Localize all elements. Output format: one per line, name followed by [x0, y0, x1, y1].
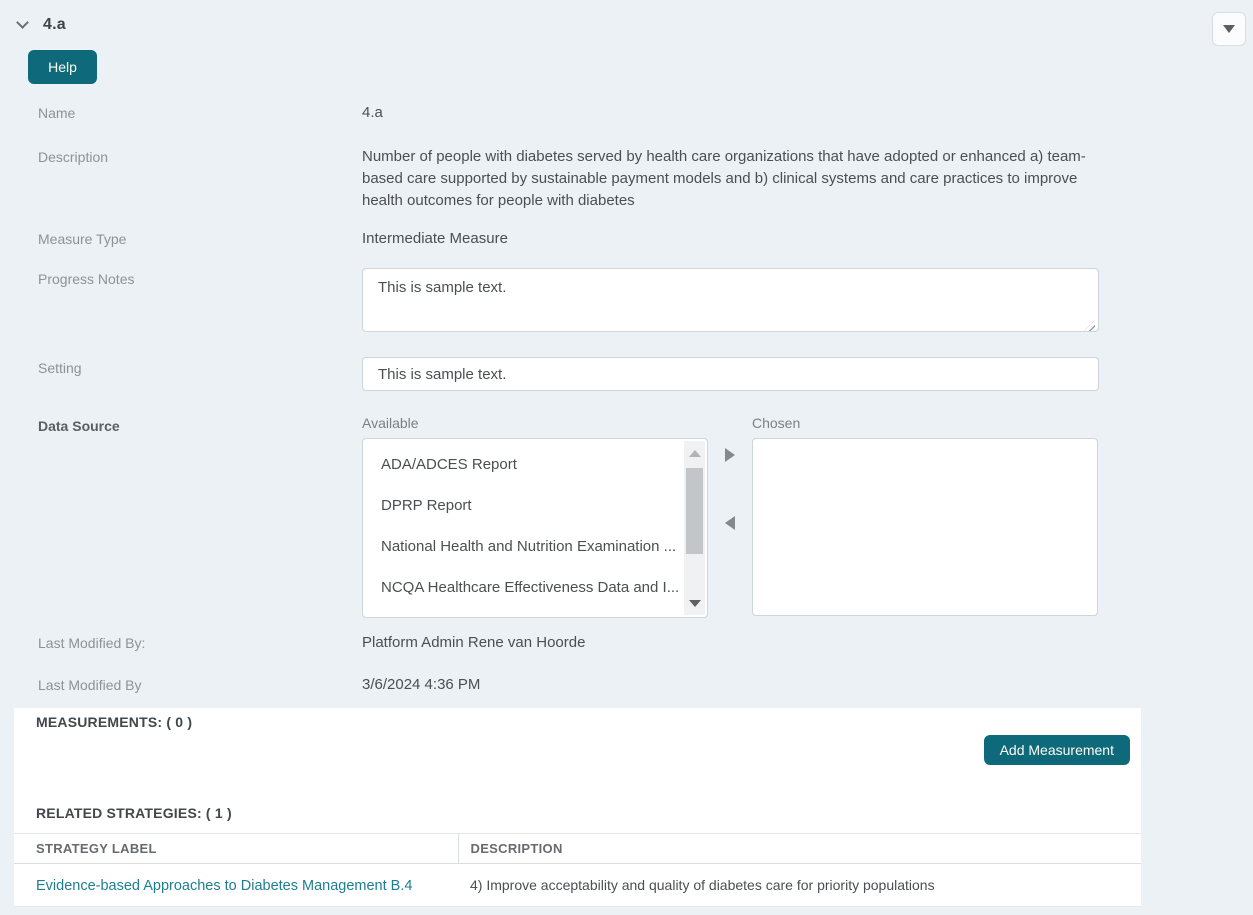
data-source-duallist: Available ADA/ADCES Report DPRP Report N… — [362, 415, 1098, 618]
column-header-description: DESCRIPTION — [458, 834, 1141, 864]
list-item[interactable]: NCQA Healthcare Effectiveness Data and I… — [363, 567, 707, 608]
form-row-data-source: Data Source Available ADA/ADCES Report D… — [0, 415, 1253, 618]
setting-label: Setting — [0, 357, 362, 376]
measure-type-label: Measure Type — [0, 228, 362, 247]
section-header: 4.a — [0, 14, 1253, 36]
chosen-column: Chosen — [752, 415, 1098, 616]
scroll-down-button[interactable] — [684, 591, 705, 615]
available-column: Available ADA/ADCES Report DPRP Report N… — [362, 415, 708, 618]
transfer-arrows — [708, 415, 752, 530]
chosen-listbox[interactable] — [752, 438, 1098, 616]
scrollbar-track[interactable] — [684, 465, 705, 591]
setting-input[interactable] — [362, 357, 1099, 391]
available-list: ADA/ADCES Report DPRP Report National He… — [363, 439, 707, 608]
related-strategies-table: STRATEGY LABEL DESCRIPTION Evidence-base… — [14, 833, 1141, 907]
strategy-description-cell: 4) Improve acceptability and quality of … — [458, 864, 1141, 907]
table-header-row: STRATEGY LABEL DESCRIPTION — [14, 834, 1141, 864]
triangle-down-icon — [689, 600, 701, 607]
form-row-name: Name 4.a — [0, 102, 1253, 124]
progress-notes-wrap: This is sample text. — [362, 268, 1099, 337]
add-measurement-button[interactable]: Add Measurement — [984, 735, 1130, 765]
progress-notes-label: Progress Notes — [0, 268, 362, 287]
scroll-up-button[interactable] — [684, 441, 705, 465]
help-button[interactable]: Help — [28, 50, 97, 84]
measurements-heading: MEASUREMENTS: ( 0 ) — [14, 714, 1141, 734]
progress-notes-textarea[interactable]: This is sample text. — [362, 268, 1099, 332]
column-header-strategy-label: STRATEGY LABEL — [14, 834, 458, 864]
last-modified-by-name-value: Platform Admin Rene van Hoorde — [362, 632, 585, 654]
chevron-down-icon[interactable] — [16, 16, 29, 29]
measurements-strategies-panel: MEASUREMENTS: ( 0 ) Add Measurement RELA… — [14, 708, 1141, 907]
data-source-label: Data Source — [0, 415, 362, 434]
form-row-last-modified-by-date: Last Modified By 3/6/2024 4:36 PM — [0, 674, 1253, 696]
measurements-toolbar: Add Measurement — [14, 735, 1141, 765]
form-row-setting: Setting — [0, 357, 1253, 391]
strategy-label-cell: Evidence-based Approaches to Diabetes Ma… — [14, 864, 458, 907]
form-row-measure-type: Measure Type Intermediate Measure — [0, 228, 1253, 250]
list-item[interactable]: National Health and Nutrition Examinatio… — [363, 526, 707, 567]
scrollbar[interactable] — [684, 441, 705, 615]
form-row-description: Description Number of people with diabet… — [0, 146, 1253, 212]
last-modified-by-date-value: 3/6/2024 4:36 PM — [362, 674, 480, 696]
last-modified-by-name-label: Last Modified By: — [0, 632, 362, 651]
page-title: 4.a — [43, 16, 66, 34]
available-listbox[interactable]: ADA/ADCES Report DPRP Report National He… — [362, 438, 708, 618]
triangle-down-icon — [1223, 25, 1235, 33]
table-row: Evidence-based Approaches to Diabetes Ma… — [14, 864, 1141, 907]
available-label: Available — [362, 415, 708, 431]
form-row-last-modified-by-name: Last Modified By: Platform Admin Rene va… — [0, 632, 1253, 654]
move-left-button[interactable] — [725, 516, 735, 530]
list-item[interactable]: DPRP Report — [363, 485, 707, 526]
related-strategies-heading: RELATED STRATEGIES: ( 1 ) — [14, 805, 1141, 825]
name-label: Name — [0, 102, 362, 121]
form-row-progress-notes: Progress Notes This is sample text. — [0, 268, 1253, 337]
measure-detail-page: 4.a Help Name 4.a Description Number of … — [0, 0, 1253, 907]
list-item[interactable]: ADA/ADCES Report — [363, 444, 707, 485]
chosen-label: Chosen — [752, 415, 1098, 431]
strategy-link[interactable]: Evidence-based Approaches to Diabetes Ma… — [36, 878, 412, 894]
description-label: Description — [0, 146, 362, 165]
last-modified-by-date-label: Last Modified By — [0, 674, 362, 693]
move-right-button[interactable] — [725, 448, 735, 462]
name-value: 4.a — [362, 102, 383, 124]
description-value: Number of people with diabetes served by… — [362, 146, 1099, 212]
triangle-up-icon — [689, 450, 701, 457]
measure-type-value: Intermediate Measure — [362, 228, 508, 250]
panel-toggle-button[interactable] — [1212, 12, 1246, 46]
scrollbar-thumb[interactable] — [686, 468, 703, 554]
